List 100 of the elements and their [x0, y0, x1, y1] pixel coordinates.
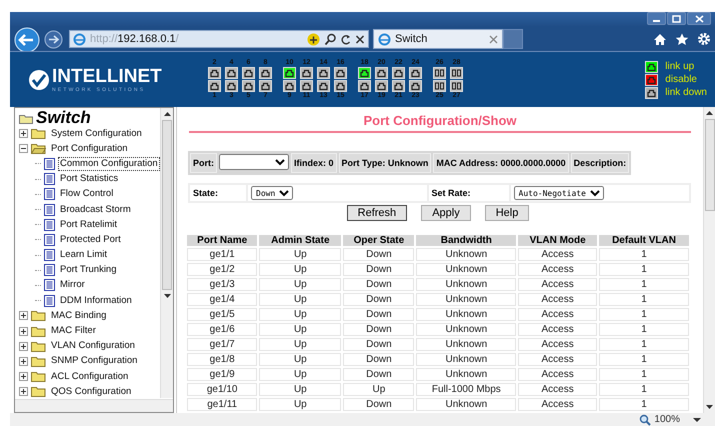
tree-item[interactable]: Flow Control: [58, 187, 116, 202]
fiber-port-icon[interactable]: [450, 80, 463, 92]
browser-tab[interactable]: Switch: [373, 29, 503, 49]
ethernet-port-icon[interactable]: [259, 80, 272, 92]
expander-icon[interactable]: [19, 356, 28, 366]
tree-item[interactable]: System Configuration: [49, 126, 144, 141]
table-cell: Access: [518, 263, 598, 276]
tree-item[interactable]: Learn Limit: [58, 248, 109, 262]
ethernet-port-icon[interactable]: [242, 67, 255, 79]
table-cell: Unknown: [416, 338, 516, 351]
ethernet-port-icon[interactable]: [358, 67, 371, 79]
forward-button[interactable]: [44, 30, 63, 48]
close-tab-icon[interactable]: [489, 34, 498, 44]
fiber-port-icon[interactable]: [450, 67, 463, 79]
table-cell: Up: [259, 263, 342, 276]
table-cell: Access: [518, 368, 598, 381]
ethernet-port-icon[interactable]: [283, 67, 296, 79]
ethernet-port-icon[interactable]: [392, 80, 405, 92]
settings-icon[interactable]: [697, 32, 711, 46]
table-cell: Unknown: [416, 293, 516, 306]
zoom-level[interactable]: 100%: [654, 414, 680, 425]
ethernet-port-icon[interactable]: [225, 80, 238, 92]
ethernet-port-icon[interactable]: [317, 67, 330, 79]
tree-item[interactable]: QOS Configuration: [49, 384, 134, 398]
tree-item[interactable]: Port Ratelimit: [58, 218, 120, 232]
ethernet-port-icon[interactable]: [283, 80, 296, 92]
ethernet-port-icon[interactable]: [375, 67, 388, 79]
minimize-button[interactable]: [647, 12, 666, 25]
tree-item[interactable]: MAC Binding: [49, 308, 108, 323]
home-icon[interactable]: [653, 32, 667, 46]
document-icon: [44, 294, 55, 307]
ethernet-port-icon[interactable]: [208, 80, 221, 92]
page-icon: [378, 32, 391, 46]
ethernet-port-icon[interactable]: [334, 80, 347, 92]
tree-item[interactable]: ACL Configuration: [49, 370, 130, 384]
expander-icon[interactable]: [19, 129, 28, 138]
ethernet-port-icon[interactable]: [242, 80, 255, 92]
ethernet-port-icon[interactable]: [358, 80, 371, 92]
ethernet-port-icon[interactable]: [208, 67, 221, 79]
search-icon[interactable]: [324, 32, 337, 46]
tree-item[interactable]: Port Configuration: [49, 142, 130, 156]
table-cell: ge1/3: [187, 278, 258, 291]
state-select[interactable]: Down: [251, 186, 293, 200]
tree-item[interactable]: Port Statistics: [58, 172, 120, 186]
info-field: Ifindex: 0: [291, 153, 337, 173]
fiber-port-icon[interactable]: [433, 67, 446, 79]
horizontal-scrollbar[interactable]: [15, 399, 173, 412]
table-cell: 1: [599, 368, 689, 381]
ethernet-port-icon[interactable]: [300, 67, 313, 79]
expander-icon[interactable]: [19, 144, 28, 154]
action-button[interactable]: Apply: [421, 205, 471, 221]
ethernet-port-icon[interactable]: [259, 67, 272, 79]
fiber-port-icon[interactable]: [433, 80, 446, 92]
column-header: VLAN Mode: [518, 235, 598, 246]
tree-item[interactable]: Mirror: [58, 278, 87, 292]
expander-icon[interactable]: [19, 326, 28, 336]
ethernet-port-icon[interactable]: [409, 67, 422, 79]
ethernet-port-icon[interactable]: [334, 67, 347, 79]
star-icon[interactable]: [675, 32, 689, 46]
scrollbar-track[interactable]: [703, 107, 715, 413]
ethernet-port-icon[interactable]: [375, 80, 388, 92]
expander-icon[interactable]: [19, 372, 28, 382]
expander-icon[interactable]: [19, 387, 28, 396]
folder-icon: [31, 371, 46, 382]
expander-icon[interactable]: [19, 342, 28, 351]
tree-item[interactable]: VLAN Configuration: [49, 339, 137, 354]
ethernet-port-icon[interactable]: [225, 67, 238, 79]
action-button[interactable]: Help: [484, 205, 530, 221]
table-cell: ge1/5: [187, 308, 258, 321]
tree-item[interactable]: Protected Port: [58, 232, 123, 247]
ethernet-port-icon[interactable]: [317, 80, 330, 92]
back-button[interactable]: [14, 26, 40, 52]
ethernet-port-icon[interactable]: [300, 80, 313, 92]
tree-item[interactable]: Common Configuration: [58, 156, 160, 171]
ethernet-port-icon[interactable]: [409, 80, 422, 92]
tree-item[interactable]: DDM Information: [58, 294, 134, 308]
rate-select[interactable]: Auto-Negotiate: [514, 186, 604, 200]
dropdown-icon[interactable]: [693, 416, 701, 422]
table-cell: Up: [259, 308, 342, 321]
tree-item[interactable]: Port Trunking: [58, 263, 118, 278]
tree-item[interactable]: MAC Filter: [49, 324, 98, 338]
maximize-button[interactable]: [667, 12, 686, 25]
refresh-icon[interactable]: [341, 32, 351, 46]
scrollbar-thumb[interactable]: [162, 120, 172, 290]
address-bar[interactable]: http://192.168.0.1/: [69, 30, 369, 48]
open-folder-icon: [31, 143, 46, 154]
tree-item[interactable]: Broadcast Storm: [58, 202, 133, 217]
expander-icon[interactable]: [19, 311, 28, 320]
close-button[interactable]: [687, 12, 711, 25]
scrollbar-track[interactable]: [160, 108, 173, 398]
scrollbar-thumb[interactable]: [704, 119, 714, 211]
action-button[interactable]: Refresh: [346, 205, 408, 221]
tree-root-label[interactable]: Switch: [36, 110, 91, 126]
stop-icon[interactable]: [355, 32, 365, 46]
ethernet-port-icon[interactable]: [392, 67, 405, 79]
tree-item[interactable]: SNMP Configuration: [49, 354, 140, 368]
state-label: State:: [189, 184, 247, 202]
port-select[interactable]: [219, 154, 289, 170]
table-cell: Down: [343, 263, 414, 276]
column-header: Bandwidth: [416, 235, 516, 246]
